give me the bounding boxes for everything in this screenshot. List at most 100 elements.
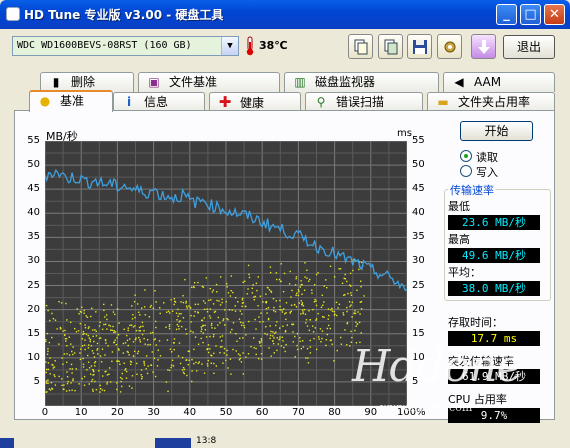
access-time-point <box>315 318 318 320</box>
access-time-point <box>45 380 48 382</box>
access-time-point <box>121 378 123 380</box>
tab-benchmark[interactable]: ● 基准 <box>29 90 113 112</box>
access-time-point <box>87 327 90 329</box>
access-time-point <box>320 341 322 343</box>
y-tick-label-left: 45 <box>27 183 40 195</box>
access-time-point <box>295 294 297 296</box>
access-time-point <box>79 352 81 354</box>
copy-text-button[interactable] <box>348 34 373 59</box>
access-time-point <box>333 310 336 313</box>
access-time-point <box>132 326 135 328</box>
access-time-point <box>280 280 282 283</box>
tab-file-benchmark[interactable]: ▣ 文件基准 <box>138 72 280 92</box>
access-time-point <box>102 375 104 377</box>
access-time-point <box>327 308 330 310</box>
tab-disk-monitor[interactable]: ▥ 磁盘监视器 <box>284 72 439 92</box>
y-tick-label-left: 40 <box>27 207 40 219</box>
minimize-button[interactable]: _ <box>496 4 517 25</box>
access-time-point <box>329 339 332 342</box>
y-tick-label-right: 25 <box>412 279 425 291</box>
access-time-point <box>86 369 88 371</box>
access-time-point <box>127 327 129 329</box>
access-time-point <box>336 314 338 317</box>
access-time-point <box>257 357 260 360</box>
access-time-point <box>351 301 354 304</box>
access-time-point <box>206 363 209 365</box>
access-time-point <box>144 289 146 291</box>
access-time-point <box>351 316 353 318</box>
access-time-point <box>136 303 139 305</box>
access-time-point <box>283 272 286 275</box>
access-time-point <box>276 321 278 323</box>
access-time-point <box>313 284 316 286</box>
access-time-point <box>221 301 223 304</box>
access-time-point <box>305 319 308 321</box>
taskbar-item[interactable] <box>0 438 14 448</box>
access-time-point <box>296 344 298 347</box>
tab-info[interactable]: i 信息 <box>113 92 205 112</box>
start-button[interactable]: 开始 <box>460 121 533 141</box>
tab-label: 文件夹占用率 <box>458 95 531 109</box>
access-time-point <box>47 348 49 350</box>
tab-label: 错误扫描 <box>336 95 385 109</box>
access-time-point <box>72 378 74 380</box>
chevron-down-icon[interactable]: ▼ <box>221 37 238 55</box>
download-button[interactable] <box>471 34 496 59</box>
access-time-point <box>111 360 113 363</box>
copy-screenshot-button[interactable] <box>378 34 403 59</box>
access-time-point <box>190 330 192 332</box>
tab-health[interactable]: ✚ 健康 <box>209 92 301 112</box>
close-button[interactable]: ✕ <box>544 4 565 25</box>
drive-select[interactable]: WDC WD1600BEVS-08RST (160 GB) ▼ <box>12 36 239 56</box>
access-time-point <box>253 299 256 301</box>
access-time-point <box>304 276 306 278</box>
tab-delete[interactable]: ▮ 删除 <box>40 72 134 92</box>
access-time-point <box>191 358 193 361</box>
access-time-point <box>339 268 342 270</box>
access-time-point <box>114 331 117 333</box>
access-time-point <box>150 364 153 367</box>
access-time-point <box>140 325 142 328</box>
x-tick-label: 60 <box>255 407 269 418</box>
access-time-point <box>104 323 107 326</box>
access-time-point <box>217 324 219 326</box>
tab-folder-usage[interactable]: ▬ 文件夹占用率 <box>427 92 555 112</box>
max-label: 最高 <box>448 233 470 246</box>
tab-aam[interactable]: ◀ AAM <box>443 72 555 92</box>
write-radio[interactable] <box>460 165 472 177</box>
tab-error-scan[interactable]: ⚲ 错误扫描 <box>305 92 423 112</box>
exit-button[interactable]: 退出 <box>503 35 555 59</box>
access-time-point <box>350 294 353 296</box>
access-time-point <box>276 337 279 339</box>
access-time-point <box>154 375 157 378</box>
access-time-point <box>280 263 282 265</box>
access-time-point <box>66 375 69 378</box>
access-time-point <box>128 354 130 356</box>
access-time-point <box>347 292 349 295</box>
maximize-button[interactable]: □ <box>520 4 541 25</box>
taskbar-item[interactable] <box>155 438 191 448</box>
access-time-point <box>343 294 345 296</box>
access-time-point <box>155 326 157 329</box>
options-button[interactable] <box>437 34 462 59</box>
access-time-point <box>194 310 196 313</box>
access-time-point <box>240 324 243 326</box>
access-time-point <box>99 391 101 393</box>
access-time-point <box>197 281 199 284</box>
save-button[interactable] <box>407 34 432 59</box>
access-time-point <box>275 272 278 274</box>
access-time-point <box>92 329 94 331</box>
bulb-icon: ● <box>39 94 51 108</box>
access-time-point <box>209 287 212 290</box>
access-time-point <box>290 310 292 313</box>
access-time-point <box>292 341 294 343</box>
access-time-point <box>185 359 188 361</box>
access-time-point <box>157 349 160 351</box>
access-time-point <box>140 374 142 376</box>
access-time-point <box>346 322 348 325</box>
access-time-point <box>325 339 328 341</box>
access-time-point <box>46 332 49 335</box>
read-radio[interactable] <box>460 150 472 162</box>
access-time-point <box>318 336 320 338</box>
access-time-point <box>130 361 133 363</box>
